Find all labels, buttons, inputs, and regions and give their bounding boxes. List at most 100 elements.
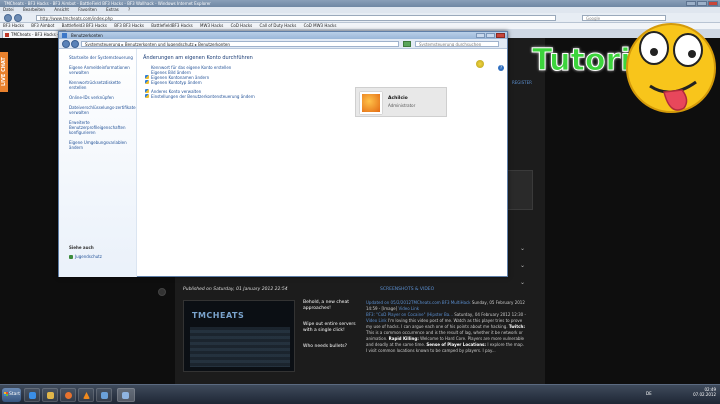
headline-item[interactable]: Wipe out entire servers with a single cl… — [303, 322, 365, 334]
headline-item[interactable]: Behold, a new cheat approaches! — [303, 300, 365, 312]
refresh-icon[interactable] — [403, 41, 411, 47]
left-link[interactable]: Startseite der Systemsteuerung — [69, 55, 136, 60]
cp-left-pane: Startseite der Systemsteuerung Eigene An… — [59, 49, 137, 277]
taskbar-media-button[interactable] — [96, 388, 112, 402]
language-indicator[interactable]: DE — [646, 391, 652, 396]
menu-extras[interactable]: Extras — [106, 7, 119, 12]
register-link[interactable]: REGISTER — [512, 80, 532, 85]
chevron-down-icon[interactable]: ⌄ — [520, 274, 525, 291]
bookmark-item[interactable]: BF3 Aimbot — [31, 23, 54, 28]
live-chat-tab[interactable]: LIVE CHAT — [0, 52, 8, 92]
feed-bold: Twitch: — [508, 324, 525, 329]
system-clock[interactable]: 02:49 07.02.2012 — [693, 387, 716, 397]
screen: TMCheats - BF3 Hacks - BF3 Aimbot - Batt… — [0, 0, 720, 404]
control-panel-window: Benutzerkonten Systemsteuerung ▸ Benutze… — [58, 31, 508, 277]
taskbar-controlpanel-button[interactable] — [117, 388, 135, 402]
help-icon[interactable]: ? — [498, 65, 504, 71]
bookmark-item[interactable]: Battlefield3 BF3 Hacks — [62, 23, 107, 28]
feed-link[interactable]: Updated on 05/2/2012TMCheats.com BF3 Mul… — [366, 300, 471, 305]
cp-address-row: Systemsteuerung ▸ Benutzerkonten und Jug… — [59, 39, 507, 49]
left-link[interactable]: Erweiterte Benutzerprofileigenschaften k… — [69, 120, 136, 135]
tongue-emoji-icon — [626, 23, 716, 113]
task-link[interactable]: Eigenen Kontotyp ändern — [145, 80, 503, 85]
menu-bearbeiten[interactable]: Bearbeiten — [23, 7, 45, 12]
feed-text: Saturday, 04 February 2012 12:30 - — [454, 312, 526, 317]
feed-link[interactable]: BF3: "CoD Player on Cocaine" (Hipster Ba… — [366, 312, 453, 317]
browser-tab[interactable]: TMCheats - BF3 Hacks - BF — [2, 30, 66, 38]
bookmark-item[interactable]: CoD Hacks — [231, 23, 253, 28]
bookmark-item[interactable]: Call of Duty Hacks — [260, 23, 297, 28]
taskbar-firefox-button[interactable] — [60, 388, 76, 402]
taskbar-explorer-button[interactable] — [42, 388, 58, 402]
user-accounts-icon — [62, 33, 67, 38]
feed-bold: Sense of Player Locations: — [426, 342, 487, 347]
cp-breadcrumb[interactable]: Systemsteuerung ▸ Benutzerkonten und Jug… — [81, 41, 399, 47]
published-date: Published on Saturday, 01 January 2012 2… — [183, 287, 288, 292]
cp-close-button[interactable] — [496, 33, 505, 38]
browser-navbar: http://www.tmcheats.com/index.php Google — [0, 13, 720, 23]
feed-text: I'm loving this video post of me. Watch … — [366, 318, 523, 329]
chevron-down-icon[interactable]: ⌄ — [520, 240, 525, 257]
chevron-down-icon[interactable]: ⌄ — [520, 257, 525, 274]
account-tile[interactable]: Achilcio Administrator — [355, 87, 447, 117]
back-icon[interactable] — [4, 14, 12, 22]
start-button[interactable]: Start — [2, 388, 21, 402]
cp-main-pane: Änderungen am eigenen Konto durchführen … — [143, 49, 503, 277]
menu-datei[interactable]: Datei — [3, 7, 14, 12]
cp-maximize-button[interactable] — [486, 33, 495, 38]
news-image[interactable]: TMCHEATS — [183, 300, 295, 372]
menu-ansicht[interactable]: Ansicht — [54, 7, 69, 12]
cursor-highlight-icon — [476, 60, 484, 68]
slider-dot-icon[interactable] — [158, 288, 166, 296]
menu-help[interactable]: ? — [128, 7, 130, 12]
left-link[interactable]: Kennwortrücksetzdiskette erstellen — [69, 80, 136, 90]
account-picture — [360, 92, 382, 114]
left-link[interactable]: Eigene Anmeldeinformationen verwalten — [69, 65, 136, 75]
left-link[interactable]: Online-IDs verknüpfen — [69, 95, 136, 100]
jugendschutz-link[interactable]: Jugendschutz — [69, 254, 102, 259]
cp-window-controls — [476, 33, 505, 38]
close-button[interactable] — [708, 1, 718, 6]
headline-item[interactable]: Who needs bullets? — [303, 344, 365, 350]
see-also-heading: Siehe auch — [69, 245, 94, 250]
bookmark-item[interactable]: CoD MW3 Hacks — [304, 23, 337, 28]
taskbar-vlc-button[interactable] — [78, 388, 94, 402]
start-label: Start — [9, 392, 20, 397]
folder-icon — [47, 392, 54, 399]
forward-icon[interactable] — [14, 14, 22, 22]
media-icon — [101, 392, 108, 399]
taskbar-ie-button[interactable] — [24, 388, 40, 402]
left-link[interactable]: Dateiverschlüsselungs-zertifikate verwal… — [69, 105, 136, 115]
scoreboard-graphic — [190, 327, 290, 367]
cp-search-input[interactable]: Systemsteuerung durchsuchen — [415, 41, 499, 47]
tab-label: TMCheats - BF3 Hacks - BF — [11, 32, 65, 37]
left-link[interactable]: Eigene Umgebungsvariablen ändern — [69, 140, 136, 150]
feed-video-link[interactable]: Video Link — [398, 306, 419, 311]
taskbar: Start DE 02:49 07.02.2012 — [0, 384, 720, 404]
browser-title: TMCheats - BF3 Hacks - BF3 Aimbot - Batt… — [4, 1, 211, 6]
task-link[interactable]: Einstellungen der Benutzerkontensteuerun… — [145, 94, 503, 99]
cp-back-icon[interactable] — [62, 40, 70, 48]
bookmark-item[interactable]: BF3 BF3 Hacks — [114, 23, 144, 28]
ie-icon — [29, 392, 36, 399]
bookmark-item[interactable]: MW3 Hacks — [200, 23, 223, 28]
feed-video-link[interactable]: Video Link — [366, 318, 387, 323]
headline-list: Behold, a new cheat approaches! Wipe out… — [303, 300, 365, 360]
cp-forward-icon[interactable] — [71, 40, 79, 48]
chevron-column: ⌄ ⌄ ⌄ — [520, 240, 525, 291]
menu-favoriten[interactable]: Favoriten — [78, 7, 97, 12]
window-controls — [686, 1, 718, 6]
news-feed: Updated on 05/2/2012TMCheats.com BF3 Mul… — [366, 300, 526, 354]
cp-heading: Änderungen am eigenen Konto durchführen — [143, 55, 253, 61]
feed-bold: Rapid Killing: — [388, 336, 419, 341]
vlc-icon — [83, 392, 90, 399]
bookmark-item[interactable]: BattlefieldBF3 Hacks — [151, 23, 192, 28]
cp-minimize-button[interactable] — [476, 33, 485, 38]
account-role: Administrator — [388, 103, 416, 108]
screenshots-video-link[interactable]: SCREENSHOTS & VIDEO — [380, 287, 434, 292]
maximize-button[interactable] — [697, 1, 707, 6]
favicon-icon — [5, 33, 9, 37]
address-bar[interactable]: http://www.tmcheats.com/index.php — [36, 15, 556, 21]
minimize-button[interactable] — [686, 1, 696, 6]
bookmark-item[interactable]: BF3 Hacks — [3, 23, 24, 28]
